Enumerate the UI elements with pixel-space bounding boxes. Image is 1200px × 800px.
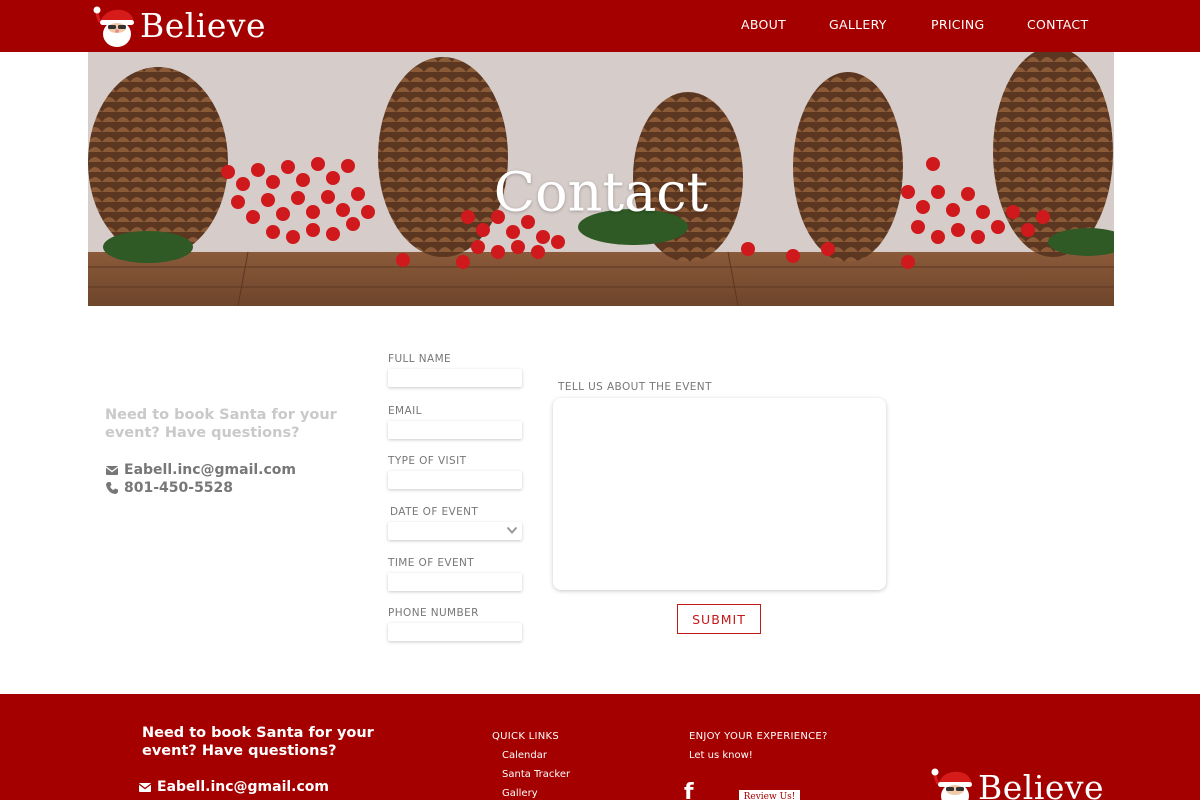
email-input[interactable] — [388, 421, 522, 439]
santa-icon — [93, 6, 134, 47]
site-logo[interactable]: Believe — [92, 4, 266, 48]
envelope-icon — [105, 466, 119, 475]
nav-pricing[interactable]: PRICING — [931, 17, 984, 32]
facebook-icon[interactable]: f — [684, 780, 694, 800]
phone-icon — [106, 482, 118, 494]
type-of-visit-input[interactable] — [388, 471, 522, 489]
submit-button[interactable]: SUBMIT — [677, 604, 761, 634]
contact-phone-text: 801-450-5528 — [124, 480, 234, 496]
event-details-label: TELL US ABOUT THE EVENT — [558, 381, 712, 393]
santa-icon — [931, 768, 972, 800]
logo-text: Believe — [140, 6, 267, 45]
footer-link-santa-tracker[interactable]: Santa Tracker — [502, 769, 570, 780]
nav-gallery[interactable]: GALLERY — [829, 17, 887, 32]
footer-link-calendar[interactable]: Calendar — [502, 750, 547, 761]
contact-email[interactable]: Eabell.inc@gmail.com — [105, 462, 296, 478]
footer-link-gallery[interactable]: Gallery — [502, 788, 538, 799]
type-of-visit-label: TYPE OF VISIT — [388, 455, 467, 467]
quick-links-title: QUICK LINKS — [492, 731, 560, 742]
footer-heading: Need to book Santa for your event? Have … — [142, 725, 374, 759]
date-of-event-label: DATE OF EVENT — [390, 506, 479, 518]
contact-email-text: Eabell.inc@gmail.com — [124, 462, 296, 478]
email-label: EMAIL — [388, 405, 422, 417]
time-of-event-label: TIME OF EVENT — [388, 557, 475, 569]
phone-number-label: PHONE NUMBER — [388, 607, 479, 619]
chevron-down-icon — [506, 526, 518, 534]
enjoy-subtitle: Let us know! — [689, 750, 753, 761]
footer-logo[interactable]: Believe — [930, 766, 1104, 800]
enjoy-title: ENJOY YOUR EXPERIENCE? — [689, 731, 828, 742]
page-title: Contact — [493, 160, 709, 224]
site-header: Believe ABOUT GALLERY PRICING CONTACT — [0, 0, 1200, 52]
footer-email[interactable]: Eabell.inc@gmail.com — [138, 779, 329, 795]
time-of-event-input[interactable] — [388, 573, 522, 591]
site-footer: Need to book Santa for your event? Have … — [0, 694, 1200, 800]
event-details-textarea[interactable] — [553, 398, 886, 590]
full-name-label: FULL NAME — [388, 353, 452, 365]
hero-banner: Contact — [88, 52, 1114, 306]
contact-phone[interactable]: 801-450-5528 — [105, 480, 233, 496]
footer-logo-text: Believe — [978, 768, 1105, 800]
date-of-event-select[interactable] — [388, 522, 522, 540]
envelope-icon — [138, 783, 152, 792]
nav-contact[interactable]: CONTACT — [1027, 17, 1088, 32]
review-us-button[interactable]: Review Us! — [739, 790, 800, 800]
nav-about[interactable]: ABOUT — [741, 17, 786, 32]
phone-number-input[interactable] — [388, 623, 522, 641]
info-heading: Need to book Santa for your event? Have … — [105, 407, 337, 441]
full-name-input[interactable] — [388, 369, 522, 387]
footer-email-text: Eabell.inc@gmail.com — [157, 779, 329, 795]
